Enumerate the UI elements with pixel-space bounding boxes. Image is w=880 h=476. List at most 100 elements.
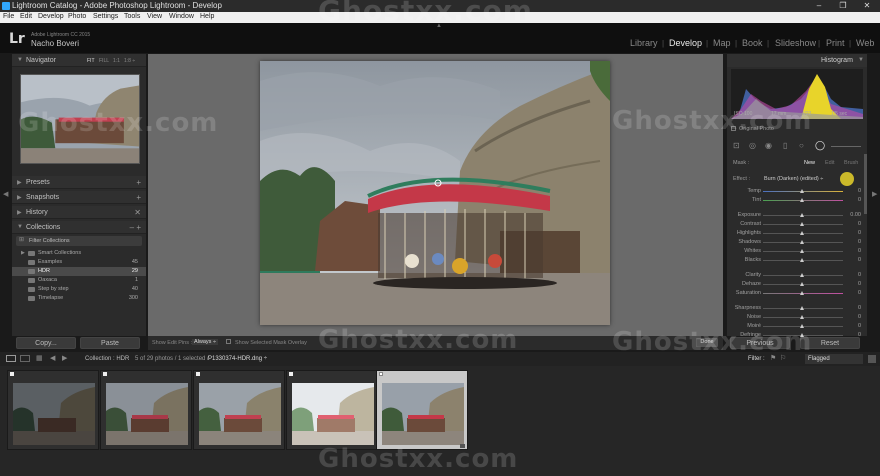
navigator-preview[interactable] xyxy=(20,74,140,164)
collection-step-by-step[interactable]: Step by step 40 xyxy=(12,285,146,294)
collapse-right-arrow[interactable]: ▶ xyxy=(872,190,877,198)
slider-knob[interactable] xyxy=(800,231,804,235)
histogram[interactable]: ISO 100 17 mm f/22 1/5 sec xyxy=(731,69,863,119)
slider-temp[interactable]: Temp 0 xyxy=(733,187,861,196)
zoom-custom[interactable]: 1:8 ÷ xyxy=(124,58,135,64)
back-arrow-icon[interactable]: ◀ xyxy=(50,354,55,362)
slider-knob[interactable] xyxy=(800,324,804,328)
filmstrip-thumb[interactable] xyxy=(7,370,99,450)
slider-whites[interactable]: Whites 0 xyxy=(733,247,861,256)
slider-value[interactable]: 0 xyxy=(858,272,861,278)
add-snapshot-button[interactable]: + xyxy=(136,193,141,202)
module-web[interactable]: Web xyxy=(856,38,874,48)
original-photo-checkbox[interactable] xyxy=(731,126,736,131)
slider-value[interactable]: 0 xyxy=(858,281,861,287)
filmstrip-thumb[interactable] xyxy=(193,370,285,450)
slider-knob[interactable] xyxy=(800,222,804,226)
close-button[interactable]: ✕ xyxy=(858,0,876,12)
slider-value[interactable]: 0 xyxy=(858,305,861,311)
clear-history-button[interactable]: ✕ xyxy=(134,208,141,217)
slider-blacks[interactable]: Blacks 0 xyxy=(733,256,861,265)
menu-view[interactable]: View xyxy=(147,13,162,20)
left-gutter[interactable]: ◀ xyxy=(0,54,12,336)
flag-filter-icon[interactable]: ⚑ xyxy=(770,354,776,362)
snapshots-header[interactable]: ▶ Snapshots + xyxy=(12,191,146,204)
slider-saturation[interactable]: Saturation 0 xyxy=(733,289,861,298)
slider-value[interactable]: 0 xyxy=(858,323,861,329)
right-gutter[interactable]: ▶ xyxy=(868,54,880,336)
slider-knob[interactable] xyxy=(800,189,804,193)
slider-value[interactable]: 0.00 xyxy=(850,212,861,218)
navigator-header[interactable]: ▼ Navigator FIT FILL 1:1 1:8 ÷ xyxy=(12,54,146,67)
collapse-top-arrow[interactable]: ▲ xyxy=(436,23,442,29)
collection-hdr-selected[interactable]: HDR 29 xyxy=(12,267,146,276)
collection-smart[interactable]: ▶ Smart Collections xyxy=(12,249,146,258)
collection-oaxaca[interactable]: Oaxaca 1 xyxy=(12,276,146,285)
module-library[interactable]: Library xyxy=(630,38,658,48)
module-print[interactable]: Print xyxy=(826,38,845,48)
module-develop[interactable]: Develop xyxy=(669,38,702,48)
slider-noise[interactable]: Noise 0 xyxy=(733,313,861,322)
reject-flag-icon[interactable]: ⚐ xyxy=(780,354,786,362)
collapse-left-arrow[interactable]: ◀ xyxy=(3,190,8,198)
slider-knob[interactable] xyxy=(800,198,804,202)
slider-value[interactable]: 0 xyxy=(858,197,861,203)
collections-add-remove[interactable]: – + xyxy=(130,223,141,232)
slider-value[interactable]: 0 xyxy=(858,257,861,263)
slider-value[interactable]: 0 xyxy=(858,248,861,254)
filmstrip-thumb-selected[interactable] xyxy=(376,370,468,450)
slider-value[interactable]: 0 xyxy=(858,230,861,236)
slider-knob[interactable] xyxy=(800,240,804,244)
main-photo[interactable] xyxy=(260,61,610,325)
slider-knob[interactable] xyxy=(800,249,804,253)
history-header[interactable]: ▶ History ✕ xyxy=(12,206,146,219)
maximize-button[interactable]: ❐ xyxy=(834,0,852,12)
filename-dropdown[interactable]: P1330374-HDR.dng ÷ xyxy=(208,356,267,362)
slider-knob[interactable] xyxy=(800,291,804,295)
presets-header[interactable]: ▶ Presets + xyxy=(12,176,146,189)
display-1-icon[interactable] xyxy=(6,355,16,362)
reset-button[interactable]: Reset xyxy=(800,337,860,349)
histogram-header[interactable]: Histogram ▼ xyxy=(727,54,867,67)
filter-collections-input[interactable]: ⊞ Filter Collections xyxy=(16,236,142,246)
forward-arrow-icon[interactable]: ▶ xyxy=(62,354,67,362)
menu-edit[interactable]: Edit xyxy=(20,13,32,20)
radial-filter-icon[interactable]: ○ xyxy=(799,141,804,150)
mask-new-button[interactable]: New xyxy=(804,160,815,166)
graduated-filter-icon[interactable]: ▯ xyxy=(783,141,787,150)
spot-removal-icon[interactable]: ◎ xyxy=(749,141,756,150)
slider-value[interactable]: 0 xyxy=(858,221,861,227)
slider-moir[interactable]: Moiré 0 xyxy=(733,322,861,331)
grid-view-icon[interactable]: ▦ xyxy=(36,354,43,362)
slider-knob[interactable] xyxy=(800,306,804,310)
filter-lock-icon[interactable] xyxy=(868,355,876,363)
paste-settings-button[interactable]: Paste xyxy=(80,337,140,349)
adjustment-brush-icon[interactable]: ◯ xyxy=(815,140,825,151)
slider-sharpness[interactable]: Sharpness 0 xyxy=(733,304,861,313)
filmstrip-thumb[interactable] xyxy=(100,370,192,450)
collection-examples[interactable]: Examples 45 xyxy=(12,258,146,267)
red-eye-icon[interactable]: ◉ xyxy=(765,141,772,150)
zoom-1-1[interactable]: 1:1 xyxy=(113,58,120,64)
mask-overlay-checkbox[interactable] xyxy=(226,339,231,344)
done-button[interactable]: Done xyxy=(696,338,718,347)
slider-dehaze[interactable]: Dehaze 0 xyxy=(733,280,861,289)
zoom-fit[interactable]: FIT xyxy=(87,58,95,64)
add-preset-button[interactable]: + xyxy=(136,178,141,187)
slider-knob[interactable] xyxy=(800,213,804,217)
mask-brush-button[interactable]: Brush xyxy=(844,160,858,166)
menu-window[interactable]: Window xyxy=(169,13,194,20)
effect-dropdown[interactable]: Burn (Darken) (edited) ÷ xyxy=(764,176,823,182)
menu-develop[interactable]: Develop xyxy=(38,13,64,20)
collection-timelapse[interactable]: Timelapse 300 xyxy=(12,294,146,303)
slider-exposure[interactable]: Exposure 0.00 xyxy=(733,211,861,220)
edit-pins-dropdown[interactable]: Always ÷ xyxy=(192,339,218,345)
slider-value[interactable]: 0 xyxy=(858,290,861,296)
menu-file[interactable]: File xyxy=(3,13,14,20)
copy-settings-button[interactable]: Copy... xyxy=(16,337,76,349)
mask-edit-button[interactable]: Edit xyxy=(825,160,834,166)
module-slideshow[interactable]: Slideshow xyxy=(775,38,816,48)
menu-tools[interactable]: Tools xyxy=(124,13,140,20)
slider-knob[interactable] xyxy=(800,282,804,286)
crop-icon[interactable]: ⊡ xyxy=(733,141,740,150)
